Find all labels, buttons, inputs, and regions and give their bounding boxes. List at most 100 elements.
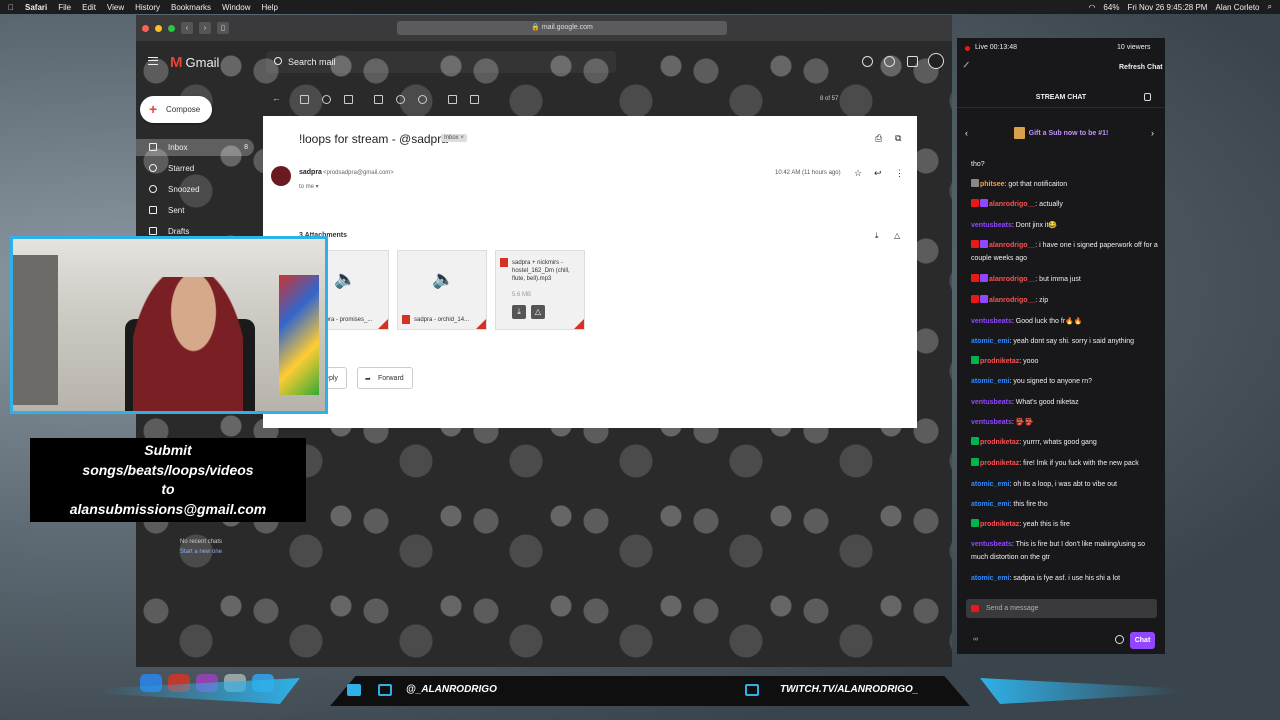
menu-window[interactable]: Window xyxy=(222,3,250,12)
chat-username[interactable]: prodniketaz xyxy=(980,439,1019,446)
inbox-label-chip[interactable]: Inbox × xyxy=(441,134,467,142)
channel-points[interactable]: ∞ xyxy=(973,636,978,643)
menu-history[interactable]: History xyxy=(135,3,160,12)
chat-username[interactable]: ventusbeats xyxy=(971,541,1012,548)
gear-icon[interactable] xyxy=(1115,635,1124,644)
account-avatar[interactable] xyxy=(928,53,944,69)
chat-username[interactable]: atomic_emi xyxy=(971,378,1010,385)
chat-badge-icon[interactable] xyxy=(971,437,979,445)
chat-username[interactable]: atomic_emi xyxy=(971,575,1010,582)
open-new-window-icon[interactable]: ⧉ xyxy=(895,133,901,144)
close-window-button[interactable] xyxy=(142,24,149,32)
chat-username[interactable]: alanrodrigo__ xyxy=(989,276,1035,283)
chat-username[interactable]: ventusbeats xyxy=(971,419,1012,426)
chat-username[interactable]: phitsee xyxy=(980,181,1005,188)
add-task-icon[interactable] xyxy=(418,95,427,104)
chat-username[interactable]: prodniketaz xyxy=(980,460,1019,467)
help-icon[interactable] xyxy=(862,56,873,67)
sender-name[interactable]: sadpra xyxy=(299,169,322,176)
chat-username[interactable]: atomic_emi xyxy=(971,501,1010,508)
chevron-right-icon[interactable]: › xyxy=(1151,128,1154,138)
refresh-chat-button[interactable]: Refresh Chat xyxy=(1119,64,1163,71)
mark-unread-icon[interactable] xyxy=(374,95,383,104)
chat-username[interactable]: alanrodrigo__ xyxy=(989,297,1035,304)
apple-icon[interactable]:  xyxy=(8,3,14,12)
sidebar-item-sent[interactable]: Sent xyxy=(136,202,254,219)
menu-edit[interactable]: Edit xyxy=(82,3,96,12)
sidebar-item-inbox[interactable]: Inbox 8 xyxy=(136,139,254,156)
chat-badge-icon[interactable] xyxy=(971,458,979,466)
apps-grid-icon[interactable] xyxy=(907,56,918,67)
reply-icon[interactable]: ↩ xyxy=(874,168,882,179)
badge-icon[interactable] xyxy=(971,605,979,612)
chat-badge-icon[interactable] xyxy=(971,179,979,187)
gmail-logo[interactable]: M Gmail xyxy=(170,54,219,71)
move-to-icon[interactable] xyxy=(448,95,457,104)
chat-username[interactable]: prodniketaz xyxy=(980,521,1019,528)
chat-badge-icon[interactable] xyxy=(971,274,979,282)
wifi-icon[interactable]: ◠ xyxy=(1088,3,1095,12)
snooze-icon[interactable] xyxy=(396,95,405,104)
print-icon[interactable]: ⎙ xyxy=(875,133,882,144)
main-menu-icon[interactable] xyxy=(148,57,158,65)
chat-badge-icon[interactable] xyxy=(971,519,979,527)
chat-badge-icon[interactable] xyxy=(971,199,979,207)
chat-badge-icon[interactable] xyxy=(980,199,988,207)
gear-icon[interactable] xyxy=(884,56,895,67)
pencil-icon[interactable] xyxy=(963,61,974,72)
community-icon[interactable] xyxy=(1144,93,1151,101)
back-arrow-icon[interactable]: ‹ xyxy=(181,22,193,34)
download-all-icon[interactable]: ⤓ xyxy=(875,231,879,241)
menubar-app-name[interactable]: Safari xyxy=(25,3,47,12)
chat-badge-icon[interactable] xyxy=(971,295,979,303)
chat-badge-icon[interactable] xyxy=(971,240,979,248)
menu-help[interactable]: Help xyxy=(261,3,277,12)
spotlight-icon[interactable]: ⌕ xyxy=(1268,2,1272,12)
chat-username[interactable]: alanrodrigo__ xyxy=(989,242,1035,249)
address-bar[interactable]: 🔒 mail.google.com xyxy=(397,21,727,35)
download-icon[interactable]: ⤓ xyxy=(512,305,526,319)
chat-username[interactable]: ventusbeats xyxy=(971,222,1012,229)
forward-arrow-icon[interactable]: › xyxy=(199,22,211,34)
chat-badge-icon[interactable] xyxy=(980,240,988,248)
chat-username[interactable]: atomic_emi xyxy=(971,481,1010,488)
more-options-icon[interactable]: ⋮ xyxy=(895,168,904,179)
start-chat-link[interactable]: Start a new one xyxy=(136,547,266,557)
chat-send-button[interactable]: Chat xyxy=(1130,632,1155,649)
sidebar-item-snoozed[interactable]: Snoozed xyxy=(136,181,254,198)
gift-sub-banner[interactable]: Gift a Sub now to be #1! xyxy=(957,120,1165,146)
report-spam-icon[interactable] xyxy=(322,95,331,104)
chat-username[interactable]: atomic_emi xyxy=(971,338,1010,345)
archive-icon[interactable] xyxy=(300,95,309,104)
chat-username[interactable]: prodniketaz xyxy=(980,358,1019,365)
delete-icon[interactable] xyxy=(344,95,353,104)
menu-file[interactable]: File xyxy=(58,3,71,12)
chat-badge-icon[interactable] xyxy=(980,295,988,303)
chat-username[interactable]: alanrodrigo__ xyxy=(989,201,1035,208)
menu-bookmarks[interactable]: Bookmarks xyxy=(171,3,211,12)
minimize-window-button[interactable] xyxy=(155,24,162,32)
zoom-window-button[interactable] xyxy=(168,24,175,32)
menubar-clock[interactable]: Fri Nov 26 9:45:28 PM xyxy=(1127,3,1207,12)
attachment-card-hovered[interactable]: sadpra + nickmirs - hostel_162_Dm (chill… xyxy=(495,250,585,330)
star-icon[interactable]: ☆ xyxy=(854,168,862,179)
chat-message-input[interactable]: Send a message xyxy=(966,599,1157,618)
compose-button[interactable]: + Compose xyxy=(140,96,212,123)
chat-username[interactable]: ventusbeats xyxy=(971,318,1012,325)
chat-badge-icon[interactable] xyxy=(980,274,988,282)
recipient-details[interactable]: to me ▾ xyxy=(299,183,319,190)
label-icon[interactable] xyxy=(470,95,479,104)
chat-username[interactable]: ventusbeats xyxy=(971,399,1012,406)
battery-percent[interactable]: 64% xyxy=(1103,3,1119,12)
sidebar-item-starred[interactable]: Starred xyxy=(136,160,254,177)
forward-button[interactable]: ➦ Forward xyxy=(357,367,413,389)
menubar-user[interactable]: Alan Corleto xyxy=(1215,3,1259,12)
chat-badge-icon[interactable] xyxy=(971,356,979,364)
sidebar-toggle-icon[interactable]: ▯ xyxy=(217,22,229,34)
search-input[interactable]: Search mail xyxy=(266,51,616,73)
menu-view[interactable]: View xyxy=(107,3,124,12)
sender-avatar[interactable] xyxy=(271,166,291,186)
attachment-card[interactable]: 🔈 sadpra - orchid_14... xyxy=(397,250,487,330)
add-to-drive-icon[interactable]: △ xyxy=(894,231,900,240)
back-to-inbox-icon[interactable]: ← xyxy=(272,93,281,103)
